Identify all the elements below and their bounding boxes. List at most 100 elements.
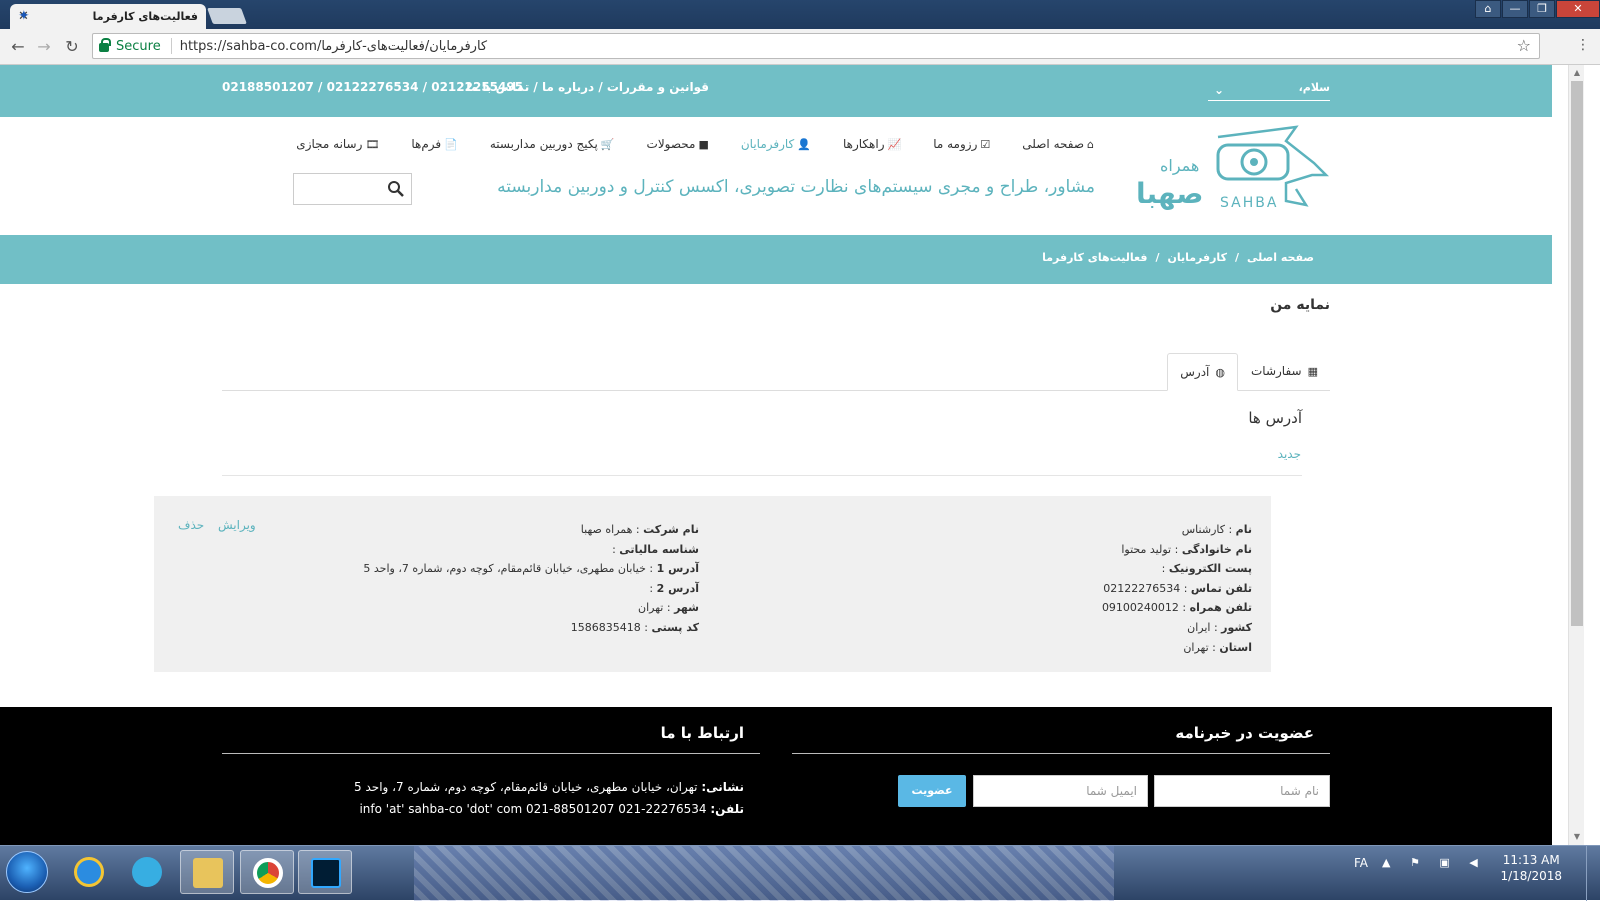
breadcrumb-current: فعالیت‌های کارفرما	[1042, 251, 1148, 264]
address-field-value: همراه صهبا	[580, 523, 633, 536]
address-bar[interactable]: Secure https://sahba-co.com/کارفرمایان/ف…	[92, 33, 1540, 59]
bookmark-star-icon[interactable]: ☆	[1517, 36, 1531, 55]
user-icon[interactable]: ⌂	[1475, 0, 1501, 18]
address-field: نام : کارشناس	[1102, 520, 1252, 540]
divider	[222, 475, 1302, 476]
nav-item-6[interactable]: 📄فرم‌ها	[411, 137, 457, 151]
address-field-label: کد پستی	[651, 620, 699, 634]
newsletter-email-input[interactable]: ایمیل شما	[973, 775, 1148, 807]
address-field-value: 02122276534	[1103, 581, 1181, 595]
logo-text-fa-top: همراه	[1160, 156, 1199, 176]
top-info-bar: قوانین و مقررات / درباره ما / تماس با ما…	[0, 65, 1552, 117]
colon: :	[1161, 562, 1169, 576]
newsletter-name-input[interactable]: نام شما	[1154, 775, 1330, 807]
cart-icon: 🛒	[600, 138, 615, 151]
start-button[interactable]	[6, 851, 48, 893]
taskbar-explorer[interactable]	[180, 850, 234, 894]
edit-address-link[interactable]: ویرایش	[218, 518, 256, 532]
file-icon: 📄	[444, 138, 458, 151]
photoshop-icon	[311, 858, 341, 888]
forward-arrow-icon[interactable]: →	[34, 37, 54, 57]
secure-label: Secure	[116, 38, 161, 54]
address-field: نام خانوادگی : تولید محتوا	[1102, 540, 1252, 560]
reload-icon[interactable]: ↻	[62, 37, 82, 57]
browser-tab-active[interactable]: ✦ فعالیت‌های کارفرما ✕	[10, 4, 206, 29]
divider	[792, 753, 1330, 754]
close-window-icon[interactable]: ✕	[1556, 0, 1600, 18]
clock[interactable]: 11:13 AM 1/18/2018	[1500, 852, 1562, 884]
address-field-label: نام شرکت	[643, 523, 699, 536]
new-address-link[interactable]: جدید	[1278, 447, 1301, 461]
address-field: کشور : ایران	[1102, 618, 1252, 638]
back-arrow-icon[interactable]: ←	[8, 37, 28, 57]
user-dropdown[interactable]: سلام، ⌄	[1208, 81, 1330, 101]
address-field-value: تهران	[638, 601, 664, 615]
windows-taskbar: FA ▲ ⚑ ▣ ◀ 11:13 AM 1/18/2018	[0, 845, 1600, 901]
language-indicator[interactable]: FA	[1354, 856, 1368, 870]
chevron-down-icon: ⌄	[1214, 83, 1225, 97]
address-field-label: پست الکترونیک	[1168, 562, 1252, 576]
scrollbar-thumb[interactable]	[1571, 81, 1583, 626]
site-header: همراه صهبا SAHBA ⌂صفحه اصلی ☑رزومه ما 📈راه…	[0, 117, 1552, 235]
breadcrumb-bar: صفحه اصلی / کارفرمایان / فعالیت‌های کارفرما	[0, 235, 1552, 284]
address-field: تلفن همراه : 09100240012	[1102, 598, 1252, 618]
profile-tabs: ▦ سفارشات ◍ آدرس	[222, 353, 1330, 391]
sahba-logo[interactable]: همراه صهبا SAHBA	[1136, 125, 1330, 215]
search-input[interactable]	[293, 173, 412, 205]
tab-address[interactable]: ◍ آدرس	[1167, 353, 1238, 391]
address-field: نام شرکت : همراه صهبا	[363, 520, 699, 540]
colon: :	[1224, 523, 1236, 536]
new-tab-button[interactable]	[207, 8, 247, 24]
system-tray: FA ▲ ⚑ ▣ ◀ 11:13 AM 1/18/2018	[1330, 846, 1600, 901]
nav-item-4[interactable]: ■محصولات	[647, 137, 709, 151]
browser-toolbar: ← → ↻ Secure https://sahba-co.com/کارفرم…	[0, 29, 1600, 65]
address-field-value: کارشناس	[1181, 523, 1225, 536]
subscribe-button[interactable]: عضویت	[898, 775, 966, 807]
footer-phone-label: تلفن:	[710, 802, 744, 816]
scroll-up-arrow-icon[interactable]: ▲	[1569, 65, 1585, 81]
page-viewport: قوانین و مقررات / درباره ما / تماس با ما…	[0, 65, 1568, 845]
colon: :	[1178, 601, 1190, 615]
taskbar-chrome[interactable]	[240, 850, 294, 894]
taskbar-telegram[interactable]	[120, 850, 174, 894]
nav-item-2[interactable]: 📈راهکارها	[843, 137, 901, 151]
nav-item-label: کارفرمایان	[740, 137, 795, 151]
url-text: https://sahba-co.com/کارفرمایان/فعالیت‌ه…	[179, 38, 488, 54]
taskbar-ie[interactable]	[62, 850, 116, 894]
clock-date: 1/18/2018	[1500, 869, 1562, 883]
browser-tabbar: ✦ فعالیت‌های کارفرما ✕ ⌂ — ❐ ✕	[0, 0, 1600, 29]
tray-icons[interactable]: ▲ ⚑ ▣ ◀	[1382, 856, 1486, 869]
nav-item-5[interactable]: 🛒پکیج دوربین مداربسته	[490, 137, 615, 151]
nav-item-1[interactable]: ☑رزومه ما	[933, 137, 990, 151]
taskbar-photoshop[interactable]	[298, 850, 352, 894]
show-desktop-button[interactable]	[1586, 846, 1600, 901]
colon: :	[1171, 542, 1182, 556]
site-footer: عضویت در خبرنامه نام شما ایمیل شما عضویت…	[0, 707, 1552, 845]
nav-item-7[interactable]: 🎞رسانه مجازی	[296, 137, 379, 151]
address-field-value: تهران	[1183, 640, 1209, 654]
page-scrollbar[interactable]: ▲ ▼	[1568, 65, 1584, 845]
breadcrumb-employers[interactable]: کارفرمایان	[1167, 251, 1227, 264]
nav-item-label: فرم‌ها	[411, 137, 442, 151]
maximize-icon[interactable]: ❐	[1529, 0, 1555, 18]
scroll-down-arrow-icon[interactable]: ▼	[1569, 829, 1585, 845]
address-field-value: ایران	[1187, 620, 1211, 634]
breadcrumb-home[interactable]: صفحه اصلی	[1247, 251, 1314, 264]
delete-address-link[interactable]: حذف	[178, 518, 204, 532]
check-square-icon: ☑	[980, 138, 991, 151]
minimize-icon[interactable]: —	[1502, 0, 1528, 18]
address-field: آدرس 2 :	[363, 579, 699, 599]
tab-orders[interactable]: ▦ سفارشات	[1238, 353, 1330, 391]
user-icon: 👤	[797, 138, 811, 151]
nav-item-3[interactable]: 👤کارفرمایان	[741, 137, 811, 151]
address-card: نام : کارشناس نام خانوادگی : تولید محتوا پ…	[154, 496, 1271, 672]
footer-phone: تلفن: 22276534-021 88501207-021 info 'at…	[359, 802, 744, 816]
desktop-preview-strip	[414, 846, 1114, 901]
colon: :	[645, 562, 657, 576]
address-field-value: خیابان مطهری، خیابان قائم‌مقام، کوچه دوم…	[363, 562, 646, 576]
search-icon[interactable]	[387, 180, 405, 198]
browser-menu-icon[interactable]: ⋮	[1576, 37, 1590, 53]
nav-item-0[interactable]: ⌂صفحه اصلی	[1022, 137, 1094, 151]
colon: :	[632, 523, 644, 536]
footer-address-value: تهران، خیابان مطهری، خیابان قائم‌مقام، ک…	[354, 780, 698, 794]
